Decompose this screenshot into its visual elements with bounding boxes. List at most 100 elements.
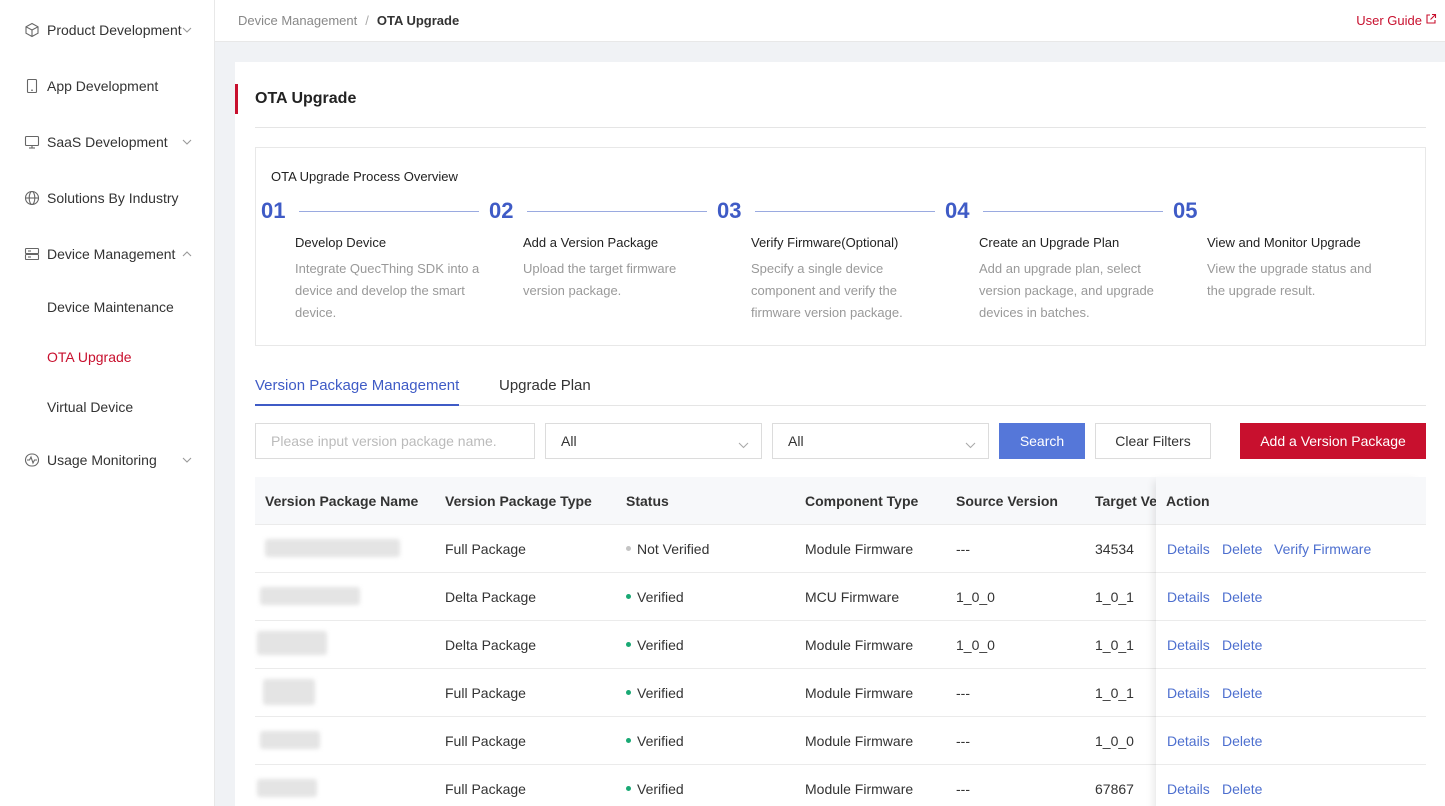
package-type: Full Package [445,781,526,797]
status-cell: Verified [626,637,684,653]
delete-link[interactable]: Delete [1222,733,1262,749]
nav-label: Product Development [47,22,182,38]
status-text: Verified [637,637,684,653]
column-header: Target Version [1095,493,1157,509]
delete-link[interactable]: Delete [1222,781,1262,797]
select-value: All [561,433,577,449]
step-description: Upload the target firmware version packa… [523,261,677,298]
tab-upgrade-plan[interactable]: Upgrade Plan [499,377,591,394]
nav-saas-development[interactable]: SaaS Development [0,122,215,162]
chevron-down-icon [182,455,192,465]
column-header: Status [626,493,669,509]
tab-version-package-management[interactable]: Version Package Management [255,377,459,394]
active-tab-indicator [255,404,459,406]
package-type: Full Package [445,733,526,749]
component-type: MCU Firmware [805,589,900,605]
package-type-select[interactable]: All [545,423,762,459]
chevron-up-icon [182,249,192,259]
column-header: Component Type [805,493,919,509]
user-guide-label: User Guide [1356,13,1422,28]
details-link[interactable]: Details [1167,781,1210,797]
component-type: Module Firmware [805,541,914,557]
status-cell: Verified [626,589,684,605]
source-version: 1_0_0 [956,637,995,653]
nav-ota-upgrade[interactable]: OTA Upgrade [0,339,215,375]
chevron-down-icon [738,436,749,452]
status-dot [626,545,631,551]
package-type: Delta Package [445,637,537,653]
main-content: OTA Upgrade OTA Upgrade Process Overview… [235,62,1445,806]
delete-link[interactable]: Delete [1222,685,1262,701]
nav-product-development[interactable]: Product Development [0,10,215,50]
details-link[interactable]: Details [1167,541,1210,557]
action-cell: Details Delete [1156,765,1426,806]
details-link[interactable]: Details [1167,733,1210,749]
server-icon [24,246,40,262]
delete-link[interactable]: Delete [1222,637,1262,653]
redacted-name [260,731,320,749]
source-version: --- [956,541,970,557]
sub-label: Device Maintenance [47,299,174,315]
component-type: Module Firmware [805,733,914,749]
nav-device-management[interactable]: Device Management [0,234,215,274]
delete-link[interactable]: Delete [1222,541,1262,557]
nav-label: Solutions By Industry [47,190,179,206]
nav-device-maintenance[interactable]: Device Maintenance [0,289,215,325]
nav-label: Usage Monitoring [47,452,157,468]
page-title: OTA Upgrade [255,90,357,107]
status-text: Not Verified [637,541,710,557]
source-version: 1_0_0 [956,589,995,605]
status-select[interactable]: All [772,423,989,459]
component-type: Module Firmware [805,781,914,797]
details-link[interactable]: Details [1167,685,1210,701]
external-link-icon [1425,13,1437,28]
component-type: Module Firmware [805,685,914,701]
sub-label: Virtual Device [47,399,134,415]
package-type: Full Package [445,685,526,701]
top-bar: Device Management / OTA Upgrade User Guide [215,0,1445,42]
step-title: Verify Firmware(Optional) [751,235,899,250]
source-version: --- [956,685,970,701]
package-type: Full Package [445,541,526,557]
status-cell: Verified [626,685,684,701]
redacted-name [265,539,400,557]
pulse-icon [24,452,40,468]
cube-icon [24,22,40,38]
breadcrumb-root[interactable]: Device Management [238,13,357,28]
monitor-icon [24,134,40,150]
nav-virtual-device[interactable]: Virtual Device [0,389,215,425]
breadcrumb: Device Management / OTA Upgrade [238,13,459,28]
step-connector [755,211,935,212]
redacted-name [257,779,317,797]
target-version: 1_0_1 [1095,685,1134,701]
search-input[interactable]: Please input version package name. [255,423,535,459]
action-column: Action Details Delete Verify Firmware De… [1156,477,1426,806]
nav-label: Device Management [47,246,176,262]
target-version: 1_0_1 [1095,589,1134,605]
step-description: Add an upgrade plan, select version pack… [979,261,1154,320]
details-link[interactable]: Details [1167,589,1210,605]
verify-firmware-link[interactable]: Verify Firmware [1274,541,1371,557]
status-cell: Not Verified [626,541,709,557]
delete-link[interactable]: Delete [1222,589,1262,605]
search-button[interactable]: Search [999,423,1085,459]
status-cell: Verified [626,781,684,797]
nav-usage-monitoring[interactable]: Usage Monitoring [0,440,215,480]
step-number: 01 [261,198,286,223]
step-title: Develop Device [295,235,387,250]
column-header: Action [1166,493,1210,509]
clear-filters-button[interactable]: Clear Filters [1095,423,1211,459]
step-connector [983,211,1163,212]
add-version-package-button[interactable]: Add a Version Package [1240,423,1426,459]
phone-icon [24,78,40,94]
details-link[interactable]: Details [1167,637,1210,653]
nav-solutions-by-industry[interactable]: Solutions By Industry [0,178,215,218]
step-5: 05 View and Monitor Upgrade View the upg… [1168,198,1396,338]
column-header: Version Package Type [445,493,592,509]
step-number: 03 [717,198,742,223]
user-guide-link[interactable]: User Guide [1356,13,1437,28]
nav-app-development[interactable]: App Development [0,66,215,106]
status-text: Verified [637,589,684,605]
step-connector [299,211,479,212]
step-2: 02 Add a Version Package Upload the targ… [484,198,712,338]
